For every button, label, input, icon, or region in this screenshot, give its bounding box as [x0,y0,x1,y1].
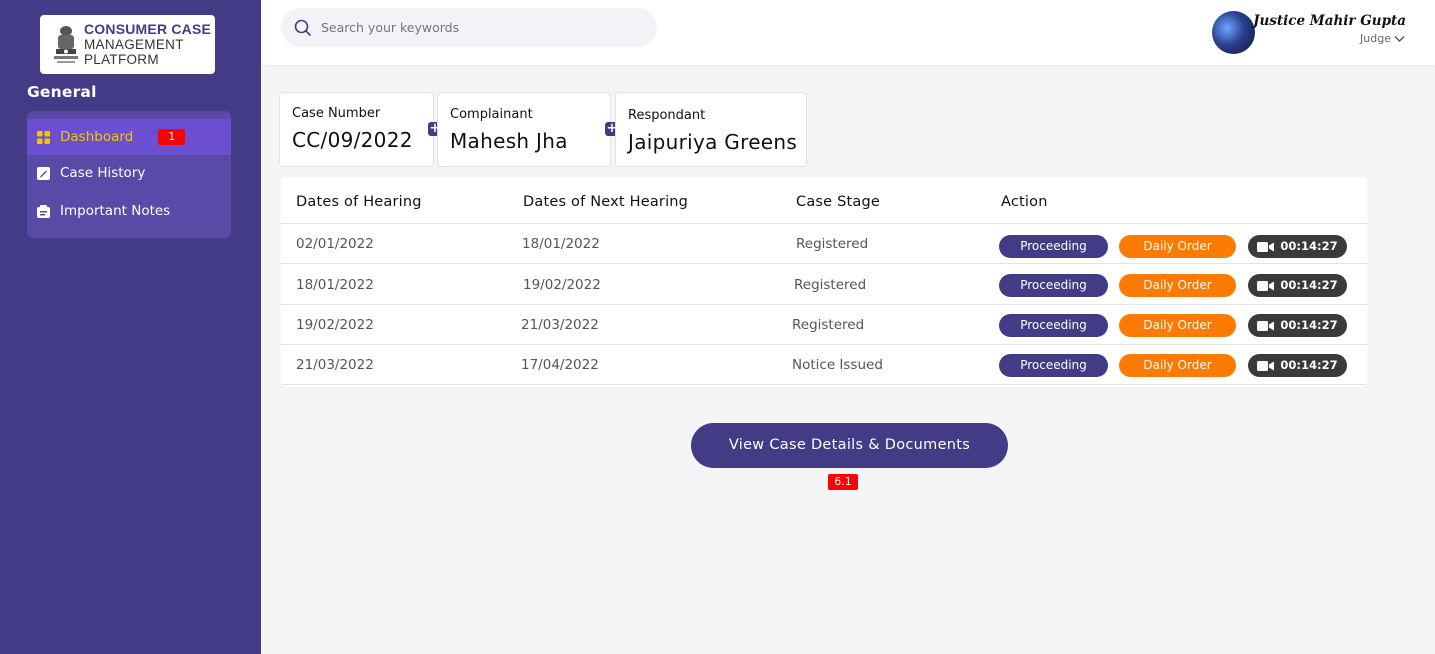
respondant-label: Respondant [628,108,706,123]
next-hearing-date: 18/01/2022 [522,236,600,252]
complainant-card: Complainant Mahesh Jha [437,92,611,167]
top-bar: Justice Mahir Gupta Judge [261,0,1435,65]
video-recording-button[interactable]: 00:14:27 [1248,354,1347,377]
case-number-value: CC/09/2022 [292,128,413,152]
complainant-value: Mahesh Jha [450,129,568,153]
complainant-label: Complainant [450,107,533,122]
video-duration: 00:14:27 [1280,358,1338,372]
table-row: 02/01/2022 18/01/2022 Registered Proceed… [281,224,1367,264]
table-row: 19/02/2022 21/03/2022 Registered Proceed… [281,305,1367,345]
column-header: Case Stage [796,194,880,210]
video-camera-icon [1257,241,1275,252]
video-camera-icon [1257,320,1275,331]
user-role-dropdown[interactable]: Judge [1360,32,1405,45]
table-header: Dates of Hearing Dates of Next Hearing C… [281,177,1367,224]
case-stage: Registered [796,236,869,252]
proceeding-button[interactable]: Proceeding [999,274,1108,297]
chevron-down-icon [1394,35,1405,42]
daily-order-button[interactable]: Daily Order [1119,274,1236,297]
case-stage: Notice Issued [792,357,883,373]
user-name: Justice Mahir Gupta [1253,13,1406,29]
proceeding-button[interactable]: Proceeding [999,314,1108,337]
sidebar-nav: Dashboard 1 Case History Important Notes [27,111,231,238]
table-row: 18/01/2022 19/02/2022 Registered Proceed… [281,265,1367,305]
hearing-date: 18/01/2022 [296,277,374,293]
case-stage: Registered [794,277,867,293]
video-duration: 00:14:27 [1280,318,1338,332]
sidebar-item-case-history[interactable]: Case History [27,155,231,191]
video-camera-icon [1257,280,1275,291]
case-number-label: Case Number [292,106,381,121]
video-recording-button[interactable]: 00:14:27 [1248,235,1347,258]
search-icon [294,19,311,36]
brand-title: CONSUMER CASE [84,21,212,37]
edit-note-icon [36,166,50,180]
sidebar-item-label: Case History [60,165,146,181]
video-recording-button[interactable]: 00:14:27 [1248,274,1347,297]
user-role-label: Judge [1360,32,1391,45]
hearings-table: Dates of Hearing Dates of Next Hearing C… [281,177,1367,387]
notification-badge: 1 [158,129,186,145]
proceeding-button[interactable]: Proceeding [999,354,1108,377]
daily-order-button[interactable]: Daily Order [1119,354,1236,377]
sidebar-item-important-notes[interactable]: Important Notes [27,193,231,229]
hearing-date: 19/02/2022 [296,317,374,333]
view-case-details-button[interactable]: View Case Details & Documents [691,423,1008,468]
respondant-value: Jaipuriya Greens [628,130,798,154]
sidebar-item-dashboard[interactable]: Dashboard 1 [27,119,231,155]
notes-icon [36,204,50,218]
avatar[interactable] [1212,11,1255,54]
daily-order-button[interactable]: Daily Order [1119,235,1236,258]
case-number-card: Case Number CC/09/2022 [279,92,434,167]
next-hearing-date: 17/04/2022 [521,357,599,373]
column-header: Dates of Hearing [296,194,422,210]
sidebar: CONSUMER CASE MANAGEMENT PLATFORM Genera… [0,0,261,654]
brand-logo[interactable]: CONSUMER CASE MANAGEMENT PLATFORM [40,15,215,74]
search-box[interactable] [281,8,657,47]
brand-subtitle-1: MANAGEMENT [84,37,184,52]
next-hearing-date: 21/03/2022 [521,317,599,333]
search-input[interactable] [321,20,621,35]
video-duration: 00:14:27 [1280,278,1338,292]
column-header: Action [1001,194,1048,210]
proceeding-button[interactable]: Proceeding [999,235,1108,258]
hearing-date: 02/01/2022 [296,236,374,252]
column-header: Dates of Next Hearing [523,194,689,210]
sidebar-item-label: Important Notes [60,203,171,219]
next-hearing-date: 19/02/2022 [523,277,601,293]
video-recording-button[interactable]: 00:14:27 [1248,314,1347,337]
version-badge: 6.1 [828,474,858,490]
daily-order-button[interactable]: Daily Order [1119,314,1236,337]
hearing-date: 21/03/2022 [296,357,374,373]
sidebar-section-title: General [27,83,97,101]
video-camera-icon [1257,360,1275,371]
sidebar-item-label: Dashboard [60,129,134,145]
grid-icon [36,130,50,144]
video-duration: 00:14:27 [1280,239,1338,253]
case-stage: Registered [792,317,865,333]
table-row: 21/03/2022 17/04/2022 Notice Issued Proc… [281,345,1367,385]
brand-subtitle-2: PLATFORM [84,52,159,67]
respondant-card: Respondant Jaipuriya Greens [615,92,807,167]
national-emblem-icon [49,22,83,68]
